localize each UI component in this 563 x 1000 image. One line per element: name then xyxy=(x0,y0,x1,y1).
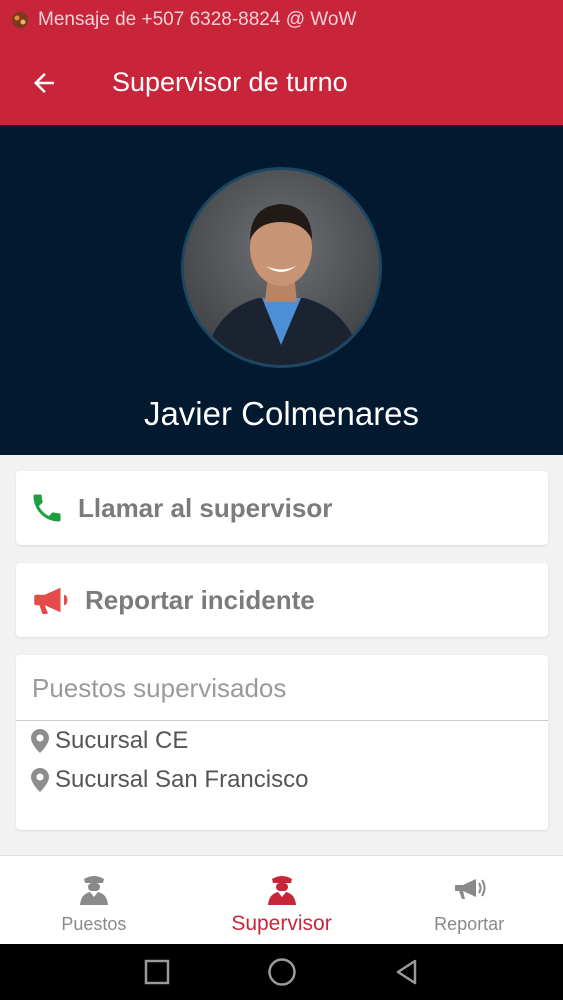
supervised-posts-card: Puestos supervisados Sucursal CE Sucursa… xyxy=(16,655,548,830)
post-list-item[interactable]: Sucursal CE xyxy=(16,721,548,760)
app-bar: Supervisor de turno xyxy=(0,40,563,125)
supervisor-name: Javier Colmenares xyxy=(143,395,420,432)
back-arrow-icon xyxy=(34,72,54,93)
supervisor-icon xyxy=(267,876,296,905)
location-pin-icon xyxy=(31,728,49,753)
location-pin-icon xyxy=(31,767,49,792)
megaphone-icon xyxy=(34,587,68,614)
square-icon xyxy=(144,959,169,985)
app-notification-icon xyxy=(10,10,30,30)
nav-tab-reportar[interactable]: Reportar xyxy=(375,856,563,944)
supervisor-header: Javier Colmenares xyxy=(0,125,563,455)
recents-button[interactable] xyxy=(94,959,219,985)
circle-icon xyxy=(267,958,296,986)
system-navigation-bar xyxy=(0,944,563,1000)
report-incident-button[interactable]: Reportar incidente xyxy=(16,563,548,637)
call-supervisor-label: Llamar al supervisor xyxy=(78,492,333,523)
home-button[interactable] xyxy=(219,957,344,987)
supervisor-avatar xyxy=(181,167,382,368)
nav-tab-label: Reportar xyxy=(434,914,505,934)
bottom-navigation: Puestos Supervisor Reportar xyxy=(0,855,563,944)
post-name: Sucursal CE xyxy=(55,726,189,754)
page-title: Supervisor de turno xyxy=(112,67,348,97)
megaphone-icon xyxy=(455,879,486,899)
nav-tab-supervisor[interactable]: Supervisor xyxy=(188,856,376,944)
supervised-posts-title: Puestos supervisados xyxy=(16,655,548,721)
status-bar: Mensaje de +507 6328-8824 @ WoW xyxy=(0,0,563,40)
back-nav-button[interactable] xyxy=(344,958,469,986)
phone-icon xyxy=(33,494,61,522)
report-incident-label: Reportar incidente xyxy=(85,584,315,615)
nav-tab-puestos[interactable]: Puestos xyxy=(0,856,188,944)
post-name: Sucursal San Francisco xyxy=(55,765,309,793)
status-notification-text: Mensaje de +507 6328-8824 @ WoW xyxy=(38,9,357,30)
post-list-item[interactable]: Sucursal San Francisco xyxy=(16,760,548,799)
nav-tab-label: Supervisor xyxy=(231,912,332,935)
triangle-back-icon xyxy=(396,959,416,985)
nav-tab-label: Puestos xyxy=(61,914,127,934)
guard-icon xyxy=(79,876,108,905)
back-button[interactable] xyxy=(14,53,74,113)
call-supervisor-button[interactable]: Llamar al supervisor xyxy=(16,471,548,545)
